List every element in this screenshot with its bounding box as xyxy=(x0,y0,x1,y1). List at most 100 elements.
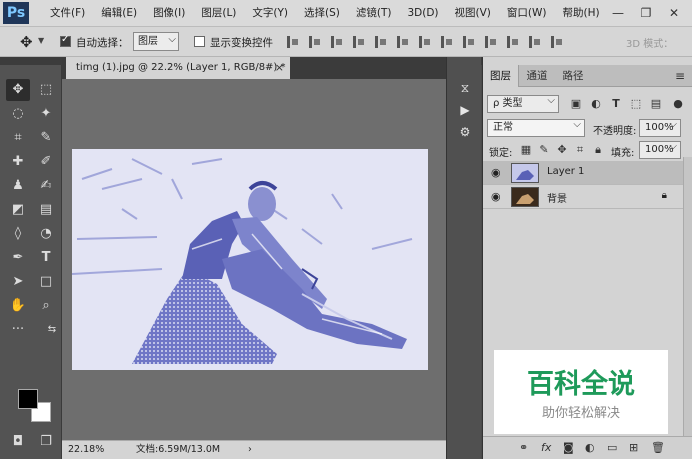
filter-adjustment-icon[interactable]: ◐ xyxy=(589,97,603,111)
filter-toggle-icon[interactable]: ● xyxy=(671,97,685,111)
quick-mask-icon[interactable]: ◘ xyxy=(6,431,30,453)
blur-tool-icon[interactable]: ◊ xyxy=(6,223,30,245)
move-tool-icon[interactable]: ✥ xyxy=(6,79,30,101)
distribute-right-icon[interactable] xyxy=(527,35,542,49)
menu-select[interactable]: 选择(S) xyxy=(296,0,348,27)
auto-select-checkbox[interactable] xyxy=(60,34,71,47)
layer-kind-filter[interactable]: ρ 类型 xyxy=(487,93,559,113)
menu-layer[interactable]: 图层(L) xyxy=(193,0,244,27)
add-mask-icon[interactable]: ◙ xyxy=(563,441,574,454)
clone-stamp-icon[interactable]: ♟ xyxy=(6,175,30,197)
lasso-tool-icon[interactable]: ◌ xyxy=(6,103,30,125)
menu-image[interactable]: 图像(I) xyxy=(145,0,193,27)
distribute-hcenter-icon[interactable] xyxy=(505,35,520,49)
status-menu-arrow[interactable]: › xyxy=(248,441,252,459)
eraser-tool-icon[interactable]: ◩ xyxy=(6,199,30,221)
opacity-input[interactable]: 100% xyxy=(639,117,681,137)
panel-menu-icon[interactable]: ≡ xyxy=(675,69,685,83)
visibility-eye-icon[interactable]: ◉ xyxy=(491,166,501,179)
new-layer-icon[interactable]: ⊞ xyxy=(629,441,638,454)
filter-smart-object-icon[interactable]: ▤ xyxy=(649,97,663,111)
menu-filter[interactable]: 滤镜(T) xyxy=(348,0,400,27)
more-tools-icon[interactable]: ··· xyxy=(6,319,30,341)
filter-shape-icon[interactable]: ⬚ xyxy=(629,97,643,111)
close-button[interactable]: ✕ xyxy=(662,3,686,23)
lock-position-icon[interactable]: ✥ xyxy=(555,143,569,157)
magic-wand-icon[interactable]: ✦ xyxy=(34,103,58,125)
lock-artboard-icon[interactable]: ⌗ xyxy=(573,143,587,157)
auto-select-dropdown[interactable]: 图层 xyxy=(133,31,179,51)
menu-edit[interactable]: 编辑(E) xyxy=(93,0,145,27)
link-layers-icon[interactable]: ⚭ xyxy=(519,441,528,454)
align-left-icon[interactable] xyxy=(351,35,366,49)
canvas-area[interactable] xyxy=(62,79,446,440)
lock-pixels-icon[interactable]: ✎ xyxy=(537,143,551,157)
lock-transparent-icon[interactable]: ▦ xyxy=(519,143,533,157)
menu-view[interactable]: 视图(V) xyxy=(447,0,499,27)
layer-row-background[interactable]: ◉ 背景 🔒︎ xyxy=(483,185,683,209)
eyedropper-tool-icon[interactable]: ✎ xyxy=(34,127,58,149)
swap-colors-icon[interactable]: ⇆ xyxy=(40,319,64,341)
screen-mode-icon[interactable]: ❐ xyxy=(34,431,58,453)
document-canvas[interactable] xyxy=(72,149,428,370)
delete-layer-icon[interactable]: 🗑︎ xyxy=(651,441,665,454)
align-vcenter-icon[interactable] xyxy=(307,35,322,49)
actions-panel-icon[interactable]: ▶ xyxy=(456,101,474,119)
brush-tool-icon[interactable]: ✐ xyxy=(34,151,58,173)
history-panel-icon[interactable]: ⧖ xyxy=(456,79,474,97)
dodge-tool-icon[interactable]: ◔ xyxy=(34,223,58,245)
foreground-color-swatch[interactable] xyxy=(18,389,38,409)
pen-tool-icon[interactable]: ✒ xyxy=(6,247,30,269)
path-selection-icon[interactable]: ➤ xyxy=(6,271,30,293)
tab-paths[interactable]: 路径 xyxy=(555,65,591,87)
distribute-vcenter-icon[interactable] xyxy=(439,35,454,49)
distribute-left-icon[interactable] xyxy=(483,35,498,49)
layer-name[interactable]: Layer 1 xyxy=(547,166,584,177)
layers-scrollbar[interactable] xyxy=(683,157,692,437)
rectangle-tool-icon[interactable]: □ xyxy=(34,271,58,293)
menu-3d[interactable]: 3D(D) xyxy=(399,0,446,27)
zoom-tool-icon[interactable]: ⌕ xyxy=(34,295,58,317)
close-tab-icon[interactable]: × xyxy=(275,57,284,79)
restore-button[interactable]: ❐ xyxy=(634,3,658,23)
align-bottom-icon[interactable] xyxy=(329,35,344,49)
auto-align-icon[interactable] xyxy=(549,35,564,49)
blend-mode-dropdown[interactable]: 正常 xyxy=(487,117,585,137)
filter-type-icon[interactable]: T xyxy=(609,97,623,111)
lock-all-icon[interactable]: 🔒︎ xyxy=(591,143,605,157)
chevron-down-icon[interactable]: ▼ xyxy=(38,36,44,45)
visibility-eye-icon[interactable]: ◉ xyxy=(491,190,501,203)
healing-brush-icon[interactable]: ✚ xyxy=(6,151,30,173)
adjustment-layer-icon[interactable]: ◐ xyxy=(585,441,595,454)
move-tool-preset-icon[interactable]: ✥ xyxy=(20,33,33,51)
fx-icon[interactable]: fx xyxy=(541,441,551,454)
document-tab[interactable]: timg (1).jpg @ 22.2% (Layer 1, RGB/8#) *… xyxy=(66,57,290,79)
new-group-icon[interactable]: ▭ xyxy=(607,441,617,454)
marquee-tool-icon[interactable]: ⬚ xyxy=(34,79,58,101)
hand-tool-icon[interactable]: ✋ xyxy=(6,295,30,317)
properties-panel-icon[interactable]: ⚙ xyxy=(456,123,474,141)
show-transform-checkbox[interactable] xyxy=(194,36,205,47)
fill-input[interactable]: 100% xyxy=(639,139,681,159)
distribute-top-icon[interactable] xyxy=(417,35,432,49)
distribute-bottom-icon[interactable] xyxy=(461,35,476,49)
tab-layers[interactable]: 图层 xyxy=(483,65,519,87)
tab-channels[interactable]: 通道 xyxy=(519,65,555,87)
filter-pixel-icon[interactable]: ▣ xyxy=(569,97,583,111)
menu-window[interactable]: 窗口(W) xyxy=(499,0,555,27)
crop-tool-icon[interactable]: ⌗ xyxy=(6,127,30,149)
menu-file[interactable]: 文件(F) xyxy=(42,0,93,27)
gradient-tool-icon[interactable]: ▤ xyxy=(34,199,58,221)
layer-row-layer1[interactable]: ◉ Layer 1 xyxy=(483,161,683,185)
layer-name[interactable]: 背景 xyxy=(547,190,567,205)
minimize-button[interactable]: — xyxy=(606,3,630,23)
menu-type[interactable]: 文字(Y) xyxy=(244,0,296,27)
history-brush-icon[interactable]: ✍ xyxy=(34,175,58,197)
align-right-icon[interactable] xyxy=(395,35,410,49)
zoom-level[interactable]: 22.18% xyxy=(68,441,104,459)
align-top-icon[interactable] xyxy=(285,35,300,49)
type-tool-icon[interactable]: T xyxy=(34,247,58,269)
menu-help[interactable]: 帮助(H) xyxy=(555,0,608,27)
blend-row: 正常 不透明度: 100% xyxy=(483,117,692,141)
align-hcenter-icon[interactable] xyxy=(373,35,388,49)
